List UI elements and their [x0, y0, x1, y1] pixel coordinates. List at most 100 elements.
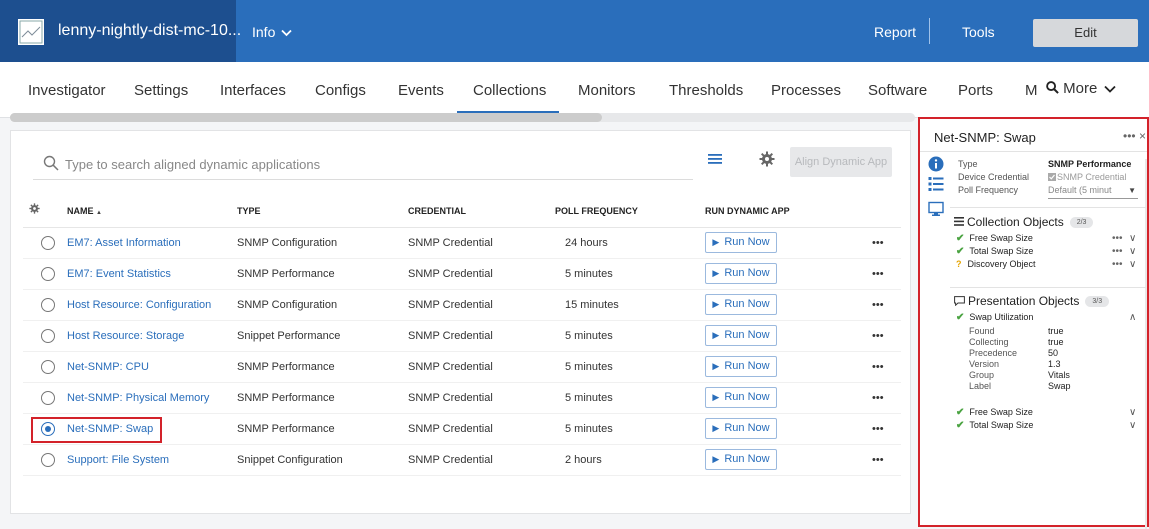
tab-ports[interactable]: Ports — [958, 82, 993, 99]
row-menu-icon[interactable]: ••• — [855, 382, 901, 414]
app-name-cell[interactable]: EM7: Event Statistics — [67, 258, 237, 290]
run-now-button[interactable]: ▶ Run Now — [705, 356, 777, 377]
tab-monitors[interactable]: Monitors — [578, 82, 636, 99]
table-row[interactable]: Host Resource: Configuration SNMP Configu… — [23, 289, 901, 321]
search-input[interactable] — [65, 154, 665, 174]
row-menu-icon[interactable]: ••• — [1112, 233, 1123, 244]
presentation-object-expanded[interactable]: ✔ Swap Utilization — [956, 312, 1033, 323]
row-radio-button[interactable] — [41, 266, 55, 281]
row-radio-cell[interactable] — [23, 444, 67, 476]
tab-collections[interactable]: Collections — [473, 82, 546, 99]
app-name-cell[interactable]: Host Resource: Storage — [67, 320, 237, 352]
table-row[interactable]: Host Resource: Storage Snippet Performanc… — [23, 320, 901, 352]
app-name-link[interactable]: Net-SNMP: Physical Memory — [67, 392, 209, 404]
expand-chevron-icon[interactable]: ∨ — [1129, 233, 1136, 244]
row-radio-button[interactable] — [41, 359, 55, 374]
run-now-button[interactable]: ▶ Run Now — [705, 263, 777, 284]
align-dynamic-app-button[interactable]: Align Dynamic App — [790, 147, 892, 177]
monitor-icon[interactable] — [928, 201, 944, 217]
run-now-button[interactable]: ▶ Run Now — [705, 418, 777, 439]
collapse-chevron-icon[interactable]: ∧ — [1129, 312, 1136, 323]
row-menu-icon[interactable]: ••• — [855, 413, 901, 445]
row-radio-button[interactable] — [41, 297, 55, 312]
app-name-link[interactable]: Net-SNMP: CPU — [67, 361, 149, 373]
expand-chevron-icon[interactable]: ∨ — [1129, 407, 1136, 418]
app-name-link[interactable]: EM7: Event Statistics — [67, 268, 171, 280]
row-radio-button[interactable] — [41, 235, 55, 250]
tab-processes[interactable]: Processes — [771, 82, 841, 99]
device-name[interactable]: lenny-nightly-dist-mc-10... — [58, 22, 241, 40]
presentation-object-row[interactable]: ✔ Total Swap Size — [956, 420, 1033, 431]
app-name-cell[interactable]: EM7: Asset Information — [67, 227, 237, 259]
presentation-object-row[interactable]: ✔ Free Swap Size — [956, 407, 1033, 418]
tab-settings[interactable]: Settings — [134, 82, 188, 99]
column-header-credential[interactable]: CREDENTIAL — [408, 195, 555, 228]
table-row[interactable]: Net-SNMP: Physical Memory SNMP Performanc… — [23, 382, 901, 414]
run-now-button[interactable]: ▶ Run Now — [705, 387, 777, 408]
collection-object-row[interactable]: ✔ Free Swap Size — [956, 233, 1033, 244]
poll-frequency-select[interactable]: Default (5 minut ▼ — [1048, 185, 1138, 199]
row-menu-icon[interactable]: ••• — [855, 258, 901, 290]
collection-object-row[interactable]: ✔ Total Swap Size — [956, 246, 1033, 257]
run-now-button[interactable]: ▶ Run Now — [705, 449, 777, 470]
row-radio-cell[interactable] — [23, 227, 67, 259]
column-header-poll-frequency[interactable]: POLL FREQUENCY — [555, 195, 705, 228]
row-menu-icon[interactable]: ••• — [1112, 259, 1123, 270]
tab-scrollbar[interactable] — [10, 113, 602, 122]
tools-link[interactable]: Tools — [962, 24, 995, 40]
report-link[interactable]: Report — [874, 24, 916, 40]
row-menu-icon[interactable]: ••• — [855, 351, 901, 383]
detail-panel-actions[interactable]: ••• × — [1123, 129, 1146, 143]
tab-configs[interactable]: Configs — [315, 82, 366, 99]
edit-button[interactable]: Edit — [1033, 19, 1138, 47]
collection-object-row[interactable]: ? Discovery Object — [956, 259, 1036, 269]
app-name-cell[interactable]: Net-SNMP: CPU — [67, 351, 237, 383]
gear-icon[interactable] — [759, 151, 775, 167]
row-menu-icon[interactable]: ••• — [1112, 246, 1123, 257]
expand-chevron-icon[interactable]: ∨ — [1129, 259, 1136, 270]
column-settings[interactable] — [23, 195, 67, 228]
tab-truncated[interactable]: M — [1025, 82, 1038, 99]
table-row[interactable]: Net-SNMP: CPU SNMP Performance SNMP Creden… — [23, 351, 901, 383]
tab-software[interactable]: Software — [868, 82, 927, 99]
row-radio-button[interactable] — [41, 452, 55, 467]
row-menu-icon[interactable]: ••• — [855, 444, 901, 476]
table-row[interactable]: Support: File System Snippet Configuratio… — [23, 444, 901, 476]
app-name-cell[interactable]: Host Resource: Configuration — [67, 289, 237, 321]
row-radio-cell[interactable] — [23, 351, 67, 383]
run-now-button[interactable]: ▶ Run Now — [705, 294, 777, 315]
more-tabs-menu[interactable]: More — [1046, 80, 1116, 97]
row-radio-cell[interactable] — [23, 289, 67, 321]
run-now-button[interactable]: ▶ Run Now — [705, 232, 777, 253]
info-icon[interactable] — [928, 156, 944, 172]
expand-chevron-icon[interactable]: ∨ — [1129, 420, 1136, 431]
run-now-button[interactable]: ▶ Run Now — [705, 325, 777, 346]
tab-events[interactable]: Events — [398, 82, 444, 99]
gear-icon[interactable] — [29, 203, 40, 214]
tab-thresholds[interactable]: Thresholds — [669, 82, 743, 99]
column-header-name[interactable]: NAME ▲ — [67, 195, 237, 228]
app-name-link[interactable]: Host Resource: Storage — [67, 330, 184, 342]
row-radio-cell[interactable] — [23, 382, 67, 414]
device-block[interactable]: lenny-nightly-dist-mc-10... — [0, 0, 241, 62]
detail-panel-scrollbar[interactable] — [1145, 159, 1147, 529]
row-menu-icon[interactable]: ••• — [855, 320, 901, 352]
row-radio-cell[interactable] — [23, 258, 67, 290]
row-radio-cell[interactable] — [23, 320, 67, 352]
table-row[interactable]: EM7: Event Statistics SNMP Performance SNM… — [23, 258, 901, 290]
tab-investigator[interactable]: Investigator — [28, 82, 106, 99]
app-name-cell[interactable]: Support: File System — [67, 444, 237, 476]
list-view-icon[interactable] — [928, 176, 944, 192]
app-name-link[interactable]: Support: File System — [67, 454, 169, 466]
column-header-run-dynamic-app[interactable]: RUN DYNAMIC APP — [705, 195, 855, 228]
app-name-link[interactable]: EM7: Asset Information — [67, 237, 181, 249]
row-menu-icon[interactable]: ••• — [855, 227, 901, 259]
row-menu-icon[interactable]: ••• — [855, 289, 901, 321]
tab-interfaces[interactable]: Interfaces — [220, 82, 286, 99]
column-header-type[interactable]: TYPE — [237, 195, 408, 228]
app-name-cell[interactable]: Net-SNMP: Physical Memory — [67, 382, 237, 414]
table-row[interactable]: EM7: Asset Information SNMP Configuration… — [23, 227, 901, 259]
list-view-icon[interactable] — [707, 151, 725, 167]
info-menu[interactable]: Info — [252, 24, 292, 40]
app-name-link[interactable]: Host Resource: Configuration — [67, 299, 211, 311]
